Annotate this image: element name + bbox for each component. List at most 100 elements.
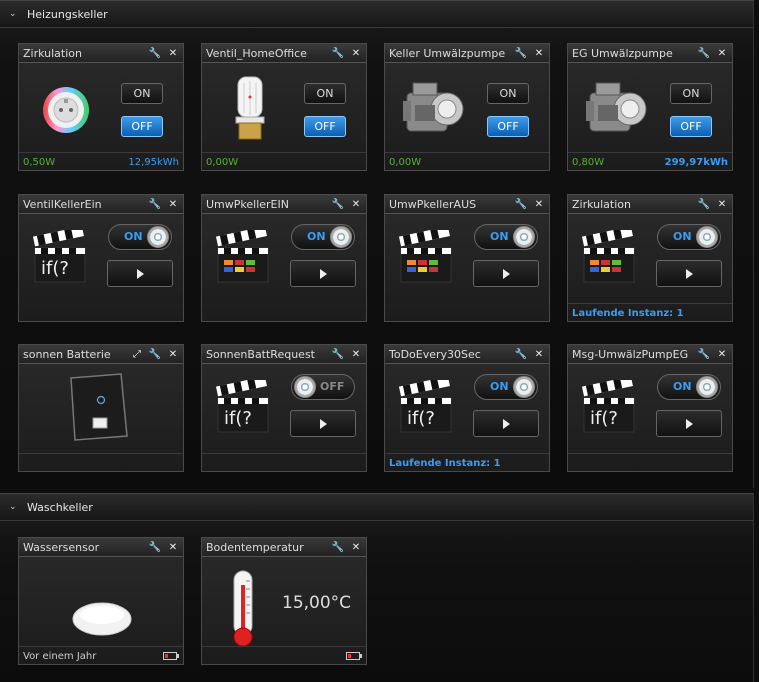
script-code-label: if(? bbox=[590, 408, 618, 429]
section-header-waschkeller[interactable]: ⌄ Waschkeller bbox=[0, 494, 753, 521]
run-script-button[interactable] bbox=[473, 260, 539, 287]
tile-msg-umwaelzpumpeg: Msg-UmwälzPumpEG 🔧 ✕ if(? ON bbox=[567, 344, 733, 472]
tile-sonnenbattrequest: SonnenBattRequest 🔧 ✕ if(? OFF bbox=[201, 344, 367, 472]
close-icon[interactable]: ✕ bbox=[714, 347, 730, 361]
close-icon[interactable]: ✕ bbox=[165, 540, 181, 554]
tile-header: sonnen Batterie ⤢ 🔧 ✕ bbox=[19, 345, 183, 364]
running-instance-label: Laufende Instanz: 1 bbox=[389, 457, 501, 469]
play-icon bbox=[685, 268, 693, 279]
tile-header: UmwPkellerAUS 🔧 ✕ bbox=[385, 195, 549, 214]
tile-sonnen-batterie: sonnen Batterie ⤢ 🔧 ✕ bbox=[18, 344, 184, 472]
on-button[interactable]: ON bbox=[487, 83, 529, 104]
tile-header: EG Umwälzpumpe 🔧 ✕ bbox=[568, 44, 732, 63]
close-icon[interactable]: ✕ bbox=[165, 197, 181, 211]
run-script-button[interactable] bbox=[290, 260, 356, 287]
tile-ventilkellerein: VentilKellerEin 🔧 ✕ if(? ON bbox=[18, 194, 184, 322]
run-script-button[interactable] bbox=[290, 410, 356, 437]
toggle-label: OFF bbox=[320, 380, 345, 393]
tile-title: Ventil_HomeOffice bbox=[206, 46, 307, 60]
toggle-knob-icon bbox=[294, 376, 316, 398]
wrench-icon[interactable]: 🔧 bbox=[330, 347, 346, 361]
script-code-label: if(? bbox=[407, 408, 435, 429]
toggle-label: ON bbox=[673, 380, 692, 393]
battery-device-icon bbox=[70, 373, 128, 441]
toggle-label: ON bbox=[307, 230, 326, 243]
tile-title: UmwPkellerAUS bbox=[389, 197, 477, 211]
close-icon[interactable]: ✕ bbox=[165, 46, 181, 60]
tile-todoevery30sec: ToDoEvery30Sec 🔧 ✕ if(? ON Laufende Inst… bbox=[384, 344, 550, 472]
enable-toggle[interactable]: ON bbox=[108, 224, 172, 250]
run-script-button[interactable] bbox=[107, 260, 173, 287]
close-icon[interactable]: ✕ bbox=[165, 347, 181, 361]
wrench-icon[interactable]: 🔧 bbox=[330, 46, 346, 60]
off-button[interactable]: OFF bbox=[121, 116, 163, 137]
run-script-button[interactable] bbox=[656, 260, 722, 287]
wrench-icon[interactable]: 🔧 bbox=[696, 197, 712, 211]
wrench-icon[interactable]: 🔧 bbox=[696, 347, 712, 361]
battery-low-icon bbox=[163, 652, 179, 660]
wrench-icon[interactable]: 🔧 bbox=[147, 46, 163, 60]
wrench-icon[interactable]: 🔧 bbox=[147, 347, 163, 361]
on-button[interactable]: ON bbox=[670, 83, 712, 104]
on-button[interactable]: ON bbox=[304, 83, 346, 104]
chevron-down-icon[interactable]: ⌄ bbox=[9, 9, 19, 19]
pump-icon bbox=[403, 82, 464, 132]
wrench-icon[interactable]: 🔧 bbox=[696, 46, 712, 60]
smart-plug-icon bbox=[43, 87, 89, 133]
section-header-heizungskeller[interactable]: ⌄ Heizungskeller bbox=[0, 1, 753, 28]
on-button[interactable]: ON bbox=[121, 83, 163, 104]
power-value: 0,50W bbox=[23, 156, 56, 168]
close-icon[interactable]: ✕ bbox=[348, 347, 364, 361]
section-title: Waschkeller bbox=[27, 500, 93, 514]
energy-value: 12,95kWh bbox=[128, 156, 179, 168]
expand-icon[interactable]: ⤢ bbox=[129, 347, 145, 361]
power-value: 0,80W bbox=[572, 156, 605, 168]
off-button[interactable]: OFF bbox=[487, 116, 529, 137]
tile-header: SonnenBattRequest 🔧 ✕ bbox=[202, 345, 366, 364]
off-button[interactable]: OFF bbox=[304, 116, 346, 137]
toggle-label: ON bbox=[490, 380, 509, 393]
enable-toggle[interactable]: ON bbox=[474, 374, 538, 400]
toggle-knob-icon bbox=[330, 226, 352, 248]
wrench-icon[interactable]: 🔧 bbox=[147, 197, 163, 211]
wrench-icon[interactable]: 🔧 bbox=[330, 540, 346, 554]
tile-title: SonnenBattRequest bbox=[206, 347, 315, 361]
close-icon[interactable]: ✕ bbox=[531, 197, 547, 211]
tile-title: sonnen Batterie bbox=[23, 347, 111, 361]
close-icon[interactable]: ✕ bbox=[348, 197, 364, 211]
close-icon[interactable]: ✕ bbox=[714, 46, 730, 60]
run-script-button[interactable] bbox=[473, 410, 539, 437]
running-instance-label: Laufende Instanz: 1 bbox=[572, 307, 684, 319]
wrench-icon[interactable]: 🔧 bbox=[513, 46, 529, 60]
tile-zirkulation-script: Zirkulation 🔧 ✕ ON Laufende Instanz: 1 bbox=[567, 194, 733, 322]
tile-header: ToDoEvery30Sec 🔧 ✕ bbox=[385, 345, 549, 364]
tile-title: UmwPkellerEIN bbox=[206, 197, 289, 211]
enable-toggle[interactable]: ON bbox=[657, 374, 721, 400]
off-button[interactable]: OFF bbox=[670, 116, 712, 137]
tile-title: Wassersensor bbox=[23, 540, 100, 554]
close-icon[interactable]: ✕ bbox=[348, 540, 364, 554]
wrench-icon[interactable]: 🔧 bbox=[147, 540, 163, 554]
wrench-icon[interactable]: 🔧 bbox=[513, 347, 529, 361]
run-script-button[interactable] bbox=[656, 410, 722, 437]
tile-title: Zirkulation bbox=[572, 197, 631, 211]
play-icon bbox=[502, 418, 510, 429]
enable-toggle[interactable]: ON bbox=[657, 224, 721, 250]
tile-title: Keller Umwälzpumpe bbox=[389, 46, 506, 60]
close-icon[interactable]: ✕ bbox=[531, 46, 547, 60]
close-icon[interactable]: ✕ bbox=[531, 347, 547, 361]
wrench-icon[interactable]: 🔧 bbox=[330, 197, 346, 211]
wrench-icon[interactable]: 🔧 bbox=[513, 197, 529, 211]
close-icon[interactable]: ✕ bbox=[714, 197, 730, 211]
tile-eg-umwaelzpumpe: EG Umwälzpumpe 🔧 ✕ ON OFF 0,80W 299,97kW… bbox=[567, 43, 733, 171]
tile-title: Bodentemperatur bbox=[206, 540, 304, 554]
close-icon[interactable]: ✕ bbox=[348, 46, 364, 60]
clapperboard-blocks-icon bbox=[216, 230, 269, 283]
enable-toggle[interactable]: OFF bbox=[291, 374, 355, 400]
chevron-down-icon[interactable]: ⌄ bbox=[9, 502, 19, 512]
section-title: Heizungskeller bbox=[27, 7, 108, 21]
enable-toggle[interactable]: ON bbox=[291, 224, 355, 250]
toggle-knob-icon bbox=[696, 226, 718, 248]
enable-toggle[interactable]: ON bbox=[474, 224, 538, 250]
energy-value: 299,97kWh bbox=[664, 156, 728, 168]
